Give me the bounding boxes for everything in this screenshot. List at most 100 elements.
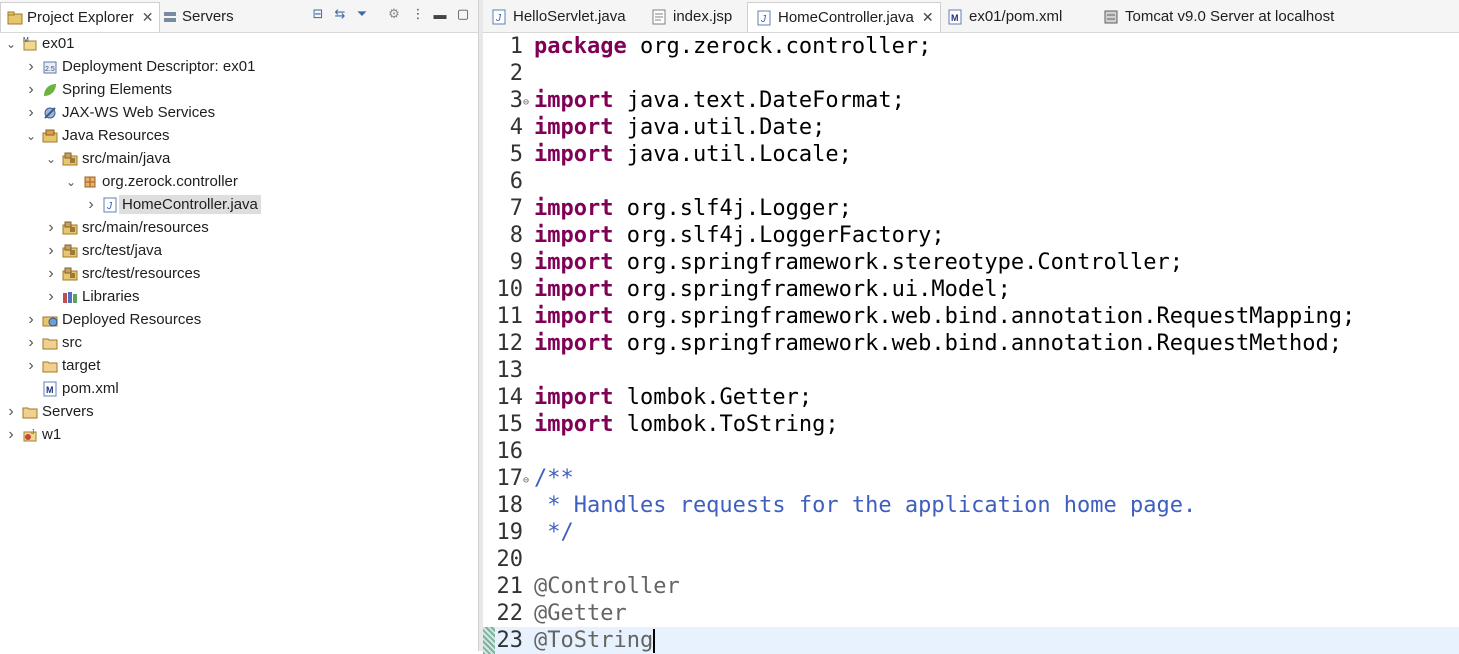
editor-tab[interactable]: J HomeController.java ✕ [747,2,941,32]
code-line[interactable]: 9 import org.springframework.stereotype.C… [483,249,1459,276]
chevron-down-icon[interactable]: ⌄ [24,129,38,143]
tree-item[interactable]: › Spring Elements [24,78,172,101]
editor-tab[interactable]: index.jsp [643,2,740,31]
code-line[interactable]: 17 ⊖/** [483,465,1459,492]
code-line[interactable]: 11 import org.springframework.web.bind.an… [483,303,1459,330]
filter-icon[interactable]: ⏷ [354,6,370,22]
chevron-right-icon[interactable]: › [24,311,38,328]
code-line[interactable]: 2 [483,60,1459,87]
link-with-editor-icon[interactable]: ⇆ [332,6,348,22]
code-line[interactable]: 22 @Getter [483,600,1459,627]
fold-toggle-icon[interactable]: ⊖ [523,467,529,494]
code-token: /** [534,466,574,491]
chevron-right-icon[interactable]: › [4,426,18,443]
chevron-right-icon[interactable]: › [24,334,38,351]
code-line[interactable]: 18 * Handles requests for the applicatio… [483,492,1459,519]
code-line[interactable]: 13 [483,357,1459,384]
code-line[interactable]: 3 ⊖ import java.text.DateFormat; [483,87,1459,114]
code-text: import org.slf4j.LoggerFactory; [534,222,945,249]
code-text: import org.slf4j.Logger; [534,195,852,222]
chevron-right-icon[interactable]: › [44,242,58,259]
tree-item[interactable]: › src/test/resources [44,262,200,285]
chevron-right-icon[interactable]: › [24,81,38,98]
editor-tab-label: HelloServlet.java [513,8,626,25]
code-token: import [534,385,614,410]
code-line[interactable]: 14 import lombok.Getter; [483,384,1459,411]
code-line[interactable]: 4 import java.util.Date; [483,114,1459,141]
code-line[interactable]: 6 [483,168,1459,195]
tab-servers[interactable]: Servers [160,2,234,31]
code-area[interactable]: 1 package org.zerock.controller; 2 3 ⊖ import… [483,33,1459,654]
tree-item[interactable]: › 2.5 Deployment Descriptor: ex01 [24,55,255,78]
maximize-icon[interactable]: ▢ [455,6,471,22]
tree-item[interactable]: ⌄ Java Resources [24,124,170,147]
code-line[interactable]: 5 import java.util.Locale; [483,141,1459,168]
code-token: java.text.DateFormat; [613,88,905,113]
chevron-right-icon[interactable]: › [44,219,58,236]
code-token: import [534,223,614,248]
tree-item[interactable]: › Deployed Resources [24,308,201,331]
code-line[interactable]: 19 */ [483,519,1459,546]
line-number: 10 [496,277,524,302]
tab-project-explorer[interactable]: Project Explorer ✕ [0,2,161,32]
tree-item[interactable]: › src [24,331,82,354]
tree-item-label: Libraries [82,288,140,305]
code-line[interactable]: 23 @ToString [483,627,1459,654]
tree-item-label: Deployed Resources [62,311,202,328]
editor-tab[interactable]: J HelloServlet.java [483,2,634,31]
code-line[interactable]: 21 @Controller [483,573,1459,600]
code-line[interactable]: 7 import org.slf4j.Logger; [483,195,1459,222]
chevron-down-icon[interactable]: ⌄ [44,152,58,166]
tree-item[interactable]: ⌄ Mex01 [4,32,75,55]
tab-label: Servers [182,8,234,25]
code-line[interactable]: 12 import org.springframework.web.bind.an… [483,330,1459,357]
folder-icon [22,404,38,420]
code-line[interactable]: 16 [483,438,1459,465]
tree-item-label: src/test/resources [82,265,201,282]
package-icon [82,174,98,190]
tree-item[interactable]: › src/main/resources [44,216,209,239]
tree-item[interactable]: › JAX-WS Web Services [24,101,215,124]
chevron-down-icon[interactable]: ⌄ [4,37,18,51]
line-number: 8 [509,223,523,248]
editor-tab[interactable]: Mex01/pom.xml [939,2,1070,31]
tree-item-label: Servers [42,403,94,420]
tree-item[interactable]: › Servers [4,400,94,423]
editor-tab[interactable]: Tomcat v9.0 Server at localhost [1095,2,1342,31]
chevron-right-icon[interactable]: › [24,58,38,75]
tree-item[interactable]: › Jw1 [4,423,61,446]
close-icon[interactable]: ✕ [142,9,154,26]
code-line[interactable]: 20 [483,546,1459,573]
tree-item[interactable]: › J HomeController.java [84,193,261,216]
chevron-down-icon[interactable]: ⌄ [64,175,78,189]
code-line[interactable]: 15 import lombok.ToString; [483,411,1459,438]
code-line[interactable]: 1 package org.zerock.controller; [483,33,1459,60]
fold-toggle-icon[interactable]: ⊖ [523,89,529,116]
tree-item[interactable]: › target [24,354,100,377]
tree-item-label: Java Resources [62,127,170,144]
chevron-right-icon[interactable]: › [44,288,58,305]
jsp-file-icon [651,9,667,25]
tree-item[interactable]: › src/test/java [44,239,162,262]
tree-item-label: JAX-WS Web Services [62,104,216,121]
collapse-all-icon[interactable]: ⊟ [310,6,326,22]
chevron-right-icon[interactable]: › [84,196,98,213]
tree-item[interactable]: › Libraries [44,285,140,308]
chevron-right-icon[interactable]: › [44,265,58,282]
minimize-icon[interactable]: ▬ [432,6,448,22]
settings-icon[interactable]: ⚙ [386,6,402,22]
chevron-right-icon[interactable]: › [24,357,38,374]
tree-item[interactable]: ⌄ src/main/java [44,147,170,170]
tree-item[interactable]: ⌄ org.zerock.controller [64,170,238,193]
web-project-icon: J [22,427,38,443]
view-menu-icon[interactable]: ⋮ [410,6,426,22]
code-line[interactable]: 8 import org.slf4j.LoggerFactory; [483,222,1459,249]
editor-tab-label: ex01/pom.xml [969,8,1063,25]
tree-item-label: src/main/resources [82,219,209,236]
java-resources-icon [42,128,58,144]
chevron-right-icon[interactable]: › [4,403,18,420]
tree-item[interactable]: Mpom.xml [24,377,119,400]
close-icon[interactable]: ✕ [922,9,934,26]
code-line[interactable]: 10 import org.springframework.ui.Model; [483,276,1459,303]
chevron-right-icon[interactable]: › [24,104,38,121]
